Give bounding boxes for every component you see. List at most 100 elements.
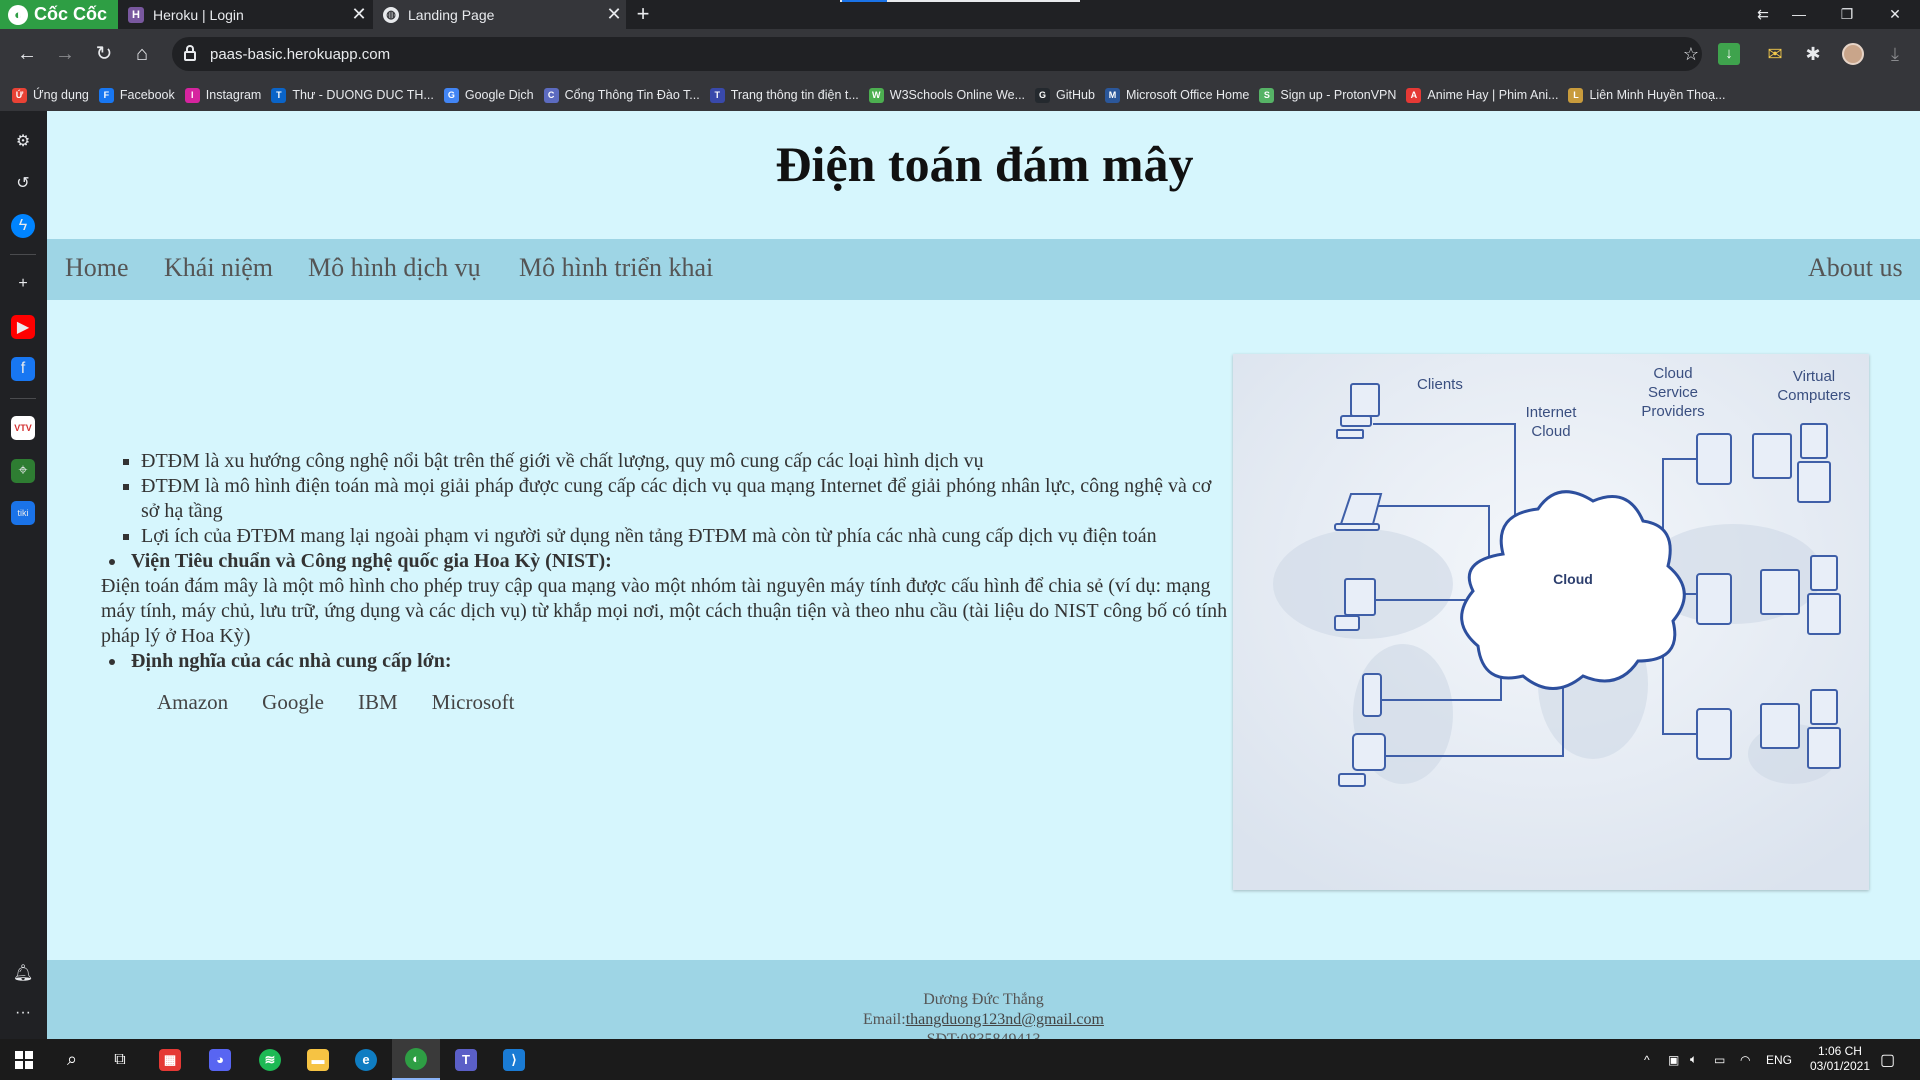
mail-extension-icon[interactable]: ✉ — [1764, 43, 1786, 65]
nav-deploy-model-link[interactable]: Mô hình triển khai — [519, 253, 713, 283]
add-sidebar-app-icon[interactable]: + — [11, 272, 35, 296]
provider-amazon-link[interactable]: Amazon — [157, 690, 228, 715]
lock-icon — [184, 45, 196, 61]
bookmark-item[interactable]: A Anime Hay | Phim Ani... — [1406, 87, 1558, 103]
nav-concept-link[interactable]: Khái niệm — [164, 253, 273, 283]
discord-icon: ◕ — [209, 1048, 231, 1071]
taskbar-app-coccoc[interactable]: ◐ — [392, 1039, 440, 1080]
footer-name: Dương Đức Thắng — [923, 991, 1044, 1008]
taskbar-app-discord[interactable]: ◕ — [196, 1039, 244, 1080]
messenger-icon[interactable]: ϟ — [11, 214, 35, 238]
restore-button[interactable]: ❐ — [1828, 0, 1866, 29]
intro-list: ĐTĐM là xu hướng công nghệ nổi bật trên … — [141, 449, 1231, 549]
tiki-icon[interactable]: tiki — [11, 501, 35, 525]
outlook-icon: T — [271, 87, 287, 103]
extensions-puzzle-icon[interactable]: ✱ — [1802, 43, 1824, 65]
tab-search-icon[interactable]: ⇇ — [1744, 0, 1782, 29]
cloud-diagram-svg: Cloud Clients Internet Cloud Cloud Servi… — [1233, 354, 1869, 890]
bookmark-item[interactable]: M Microsoft Office Home — [1104, 87, 1250, 103]
more-options-icon[interactable]: ··· — [11, 1001, 35, 1025]
bookmark-item[interactable]: F Facebook — [98, 87, 175, 103]
search-icon[interactable]: ⌕ — [48, 1039, 96, 1080]
bookmark-item[interactable]: Ứ Ứng dụng — [12, 87, 89, 103]
address-bar[interactable]: paas-basic.herokuapp.com — [172, 37, 1702, 71]
virtual-computers-label: Virtual — [1793, 368, 1835, 385]
bookmark-star-icon[interactable]: ☆ — [1680, 43, 1702, 65]
facebook-sidebar-icon[interactable]: f — [11, 357, 35, 381]
taskbar-app-teams[interactable]: T — [442, 1039, 490, 1080]
bookmark-item[interactable]: S Sign up - ProtonVPN — [1259, 87, 1397, 103]
wifi-icon[interactable]: ◠ — [1740, 1039, 1750, 1080]
notification-bell-icon[interactable]: 🔔︎ — [11, 961, 35, 985]
provider-microsoft-link[interactable]: Microsoft — [432, 690, 515, 715]
bookmark-label: Sign up - ProtonVPN — [1280, 88, 1397, 102]
bookmark-label: Liên Minh Huyền Thoạ... — [1589, 88, 1726, 102]
footer-email: Email:thangduong123nd@gmail.com — [47, 1010, 1920, 1030]
bookmark-item[interactable]: T Thư - DUONG DUC TH... — [271, 87, 434, 103]
virtual-computers-label: Computers — [1777, 387, 1850, 404]
profile-avatar[interactable] — [1842, 43, 1864, 65]
tab-heroku-login[interactable]: H Heroku | Login ✕ — [118, 0, 371, 29]
taskbar-app-calendar[interactable]: ▦ — [146, 1039, 194, 1080]
youtube-icon[interactable]: ▶ — [11, 315, 35, 339]
close-tab-icon[interactable]: ✕ — [602, 4, 626, 25]
forward-button[interactable]: → — [51, 41, 79, 69]
windows-logo-icon — [15, 1050, 33, 1069]
provider-google-link[interactable]: Google — [262, 690, 324, 715]
list-item: Lợi ích của ĐTĐM mang lại ngoài phạm vi … — [141, 524, 1231, 549]
tray-overflow-icon[interactable]: ^ — [1644, 1039, 1650, 1080]
bookmark-label: Instagram — [205, 88, 262, 102]
taskbar-app-explorer[interactable]: ▬ — [294, 1039, 342, 1080]
cloud-label: Cloud — [1553, 571, 1593, 587]
browser-sidebar: ⚙ ↺ ϟ + ▶ f VTV ⌖ tiki 🔔︎ ··· — [0, 111, 47, 1039]
settings-gear-icon[interactable]: ⚙ — [11, 129, 35, 153]
minimize-button[interactable]: — — [1780, 0, 1818, 29]
bookmark-item[interactable]: I Instagram — [184, 87, 262, 103]
office-icon: M — [1104, 87, 1120, 103]
provider-ibm-link[interactable]: IBM — [358, 690, 398, 715]
downloads-icon[interactable]: ⤓ — [1884, 43, 1906, 65]
taskbar-app-spotify[interactable]: ≋ — [246, 1039, 294, 1080]
vscode-icon: ⟩ — [503, 1048, 525, 1071]
bookmark-item[interactable]: L Liên Minh Huyền Thoạ... — [1568, 87, 1726, 103]
browser-brand-button[interactable]: ◐ Cốc Cốc — [0, 0, 118, 29]
close-window-button[interactable]: ✕ — [1876, 0, 1914, 29]
back-button[interactable]: ← — [13, 41, 41, 69]
history-icon[interactable]: ↺ — [11, 171, 35, 195]
language-indicator[interactable]: ENG — [1766, 1039, 1792, 1080]
vtv-icon[interactable]: VTV — [11, 416, 35, 440]
globe-icon: ◍ — [383, 6, 399, 23]
download-extension-icon[interactable]: ↓ — [1718, 43, 1740, 65]
close-tab-icon[interactable]: ✕ — [347, 4, 371, 25]
anime-icon: A — [1406, 87, 1422, 103]
volume-icon[interactable]: 🔈︎ — [1690, 1039, 1697, 1080]
battery-icon[interactable]: ▭ — [1714, 1039, 1725, 1080]
start-button[interactable] — [0, 1039, 48, 1080]
email-link[interactable]: thangduong123nd@gmail.com — [906, 1011, 1104, 1028]
reload-button[interactable]: ↻ — [90, 41, 118, 69]
taskbar-app-edge[interactable]: e — [342, 1039, 390, 1080]
map-pin-icon[interactable]: ⌖ — [11, 459, 35, 483]
bookmark-item[interactable]: G GitHub — [1035, 87, 1095, 103]
task-view-icon[interactable]: ⧉ — [96, 1039, 144, 1080]
info-page-icon: T — [709, 87, 725, 103]
bookmark-item[interactable]: W W3Schools Online We... — [868, 87, 1025, 103]
clock-time: 1:06 CH — [1817, 1044, 1862, 1058]
url-text: paas-basic.herokuapp.com — [210, 45, 391, 63]
new-tab-button[interactable]: + — [630, 2, 656, 28]
nav-about-link[interactable]: About us — [1808, 253, 1903, 283]
nav-service-model-link[interactable]: Mô hình dịch vụ — [308, 253, 481, 283]
nav-home-link[interactable]: Home — [65, 253, 129, 283]
taskbar-app-vscode[interactable]: ⟩ — [490, 1039, 538, 1080]
bookmark-label: Microsoft Office Home — [1125, 88, 1250, 102]
bookmark-item[interactable]: G Google Dịch — [443, 87, 534, 103]
bookmark-item[interactable]: T Trang thông tin điện t... — [709, 87, 859, 103]
site-navbar: Home Khái niệm Mô hình dịch vụ Mô hình t… — [47, 239, 1920, 300]
notification-center-icon[interactable]: ▢ — [1880, 1039, 1895, 1080]
taskbar-clock[interactable]: 1:06 CH 03/01/2021 — [1810, 1044, 1870, 1074]
home-button[interactable]: ⌂ — [128, 41, 156, 69]
tab-landing-page[interactable]: ◍ Landing Page ✕ — [373, 0, 626, 29]
heroku-icon: H — [128, 6, 144, 23]
bookmark-item[interactable]: C Cổng Thông Tin Đào T... — [543, 87, 700, 103]
tray-app-icon[interactable]: ▣ — [1668, 1039, 1679, 1080]
